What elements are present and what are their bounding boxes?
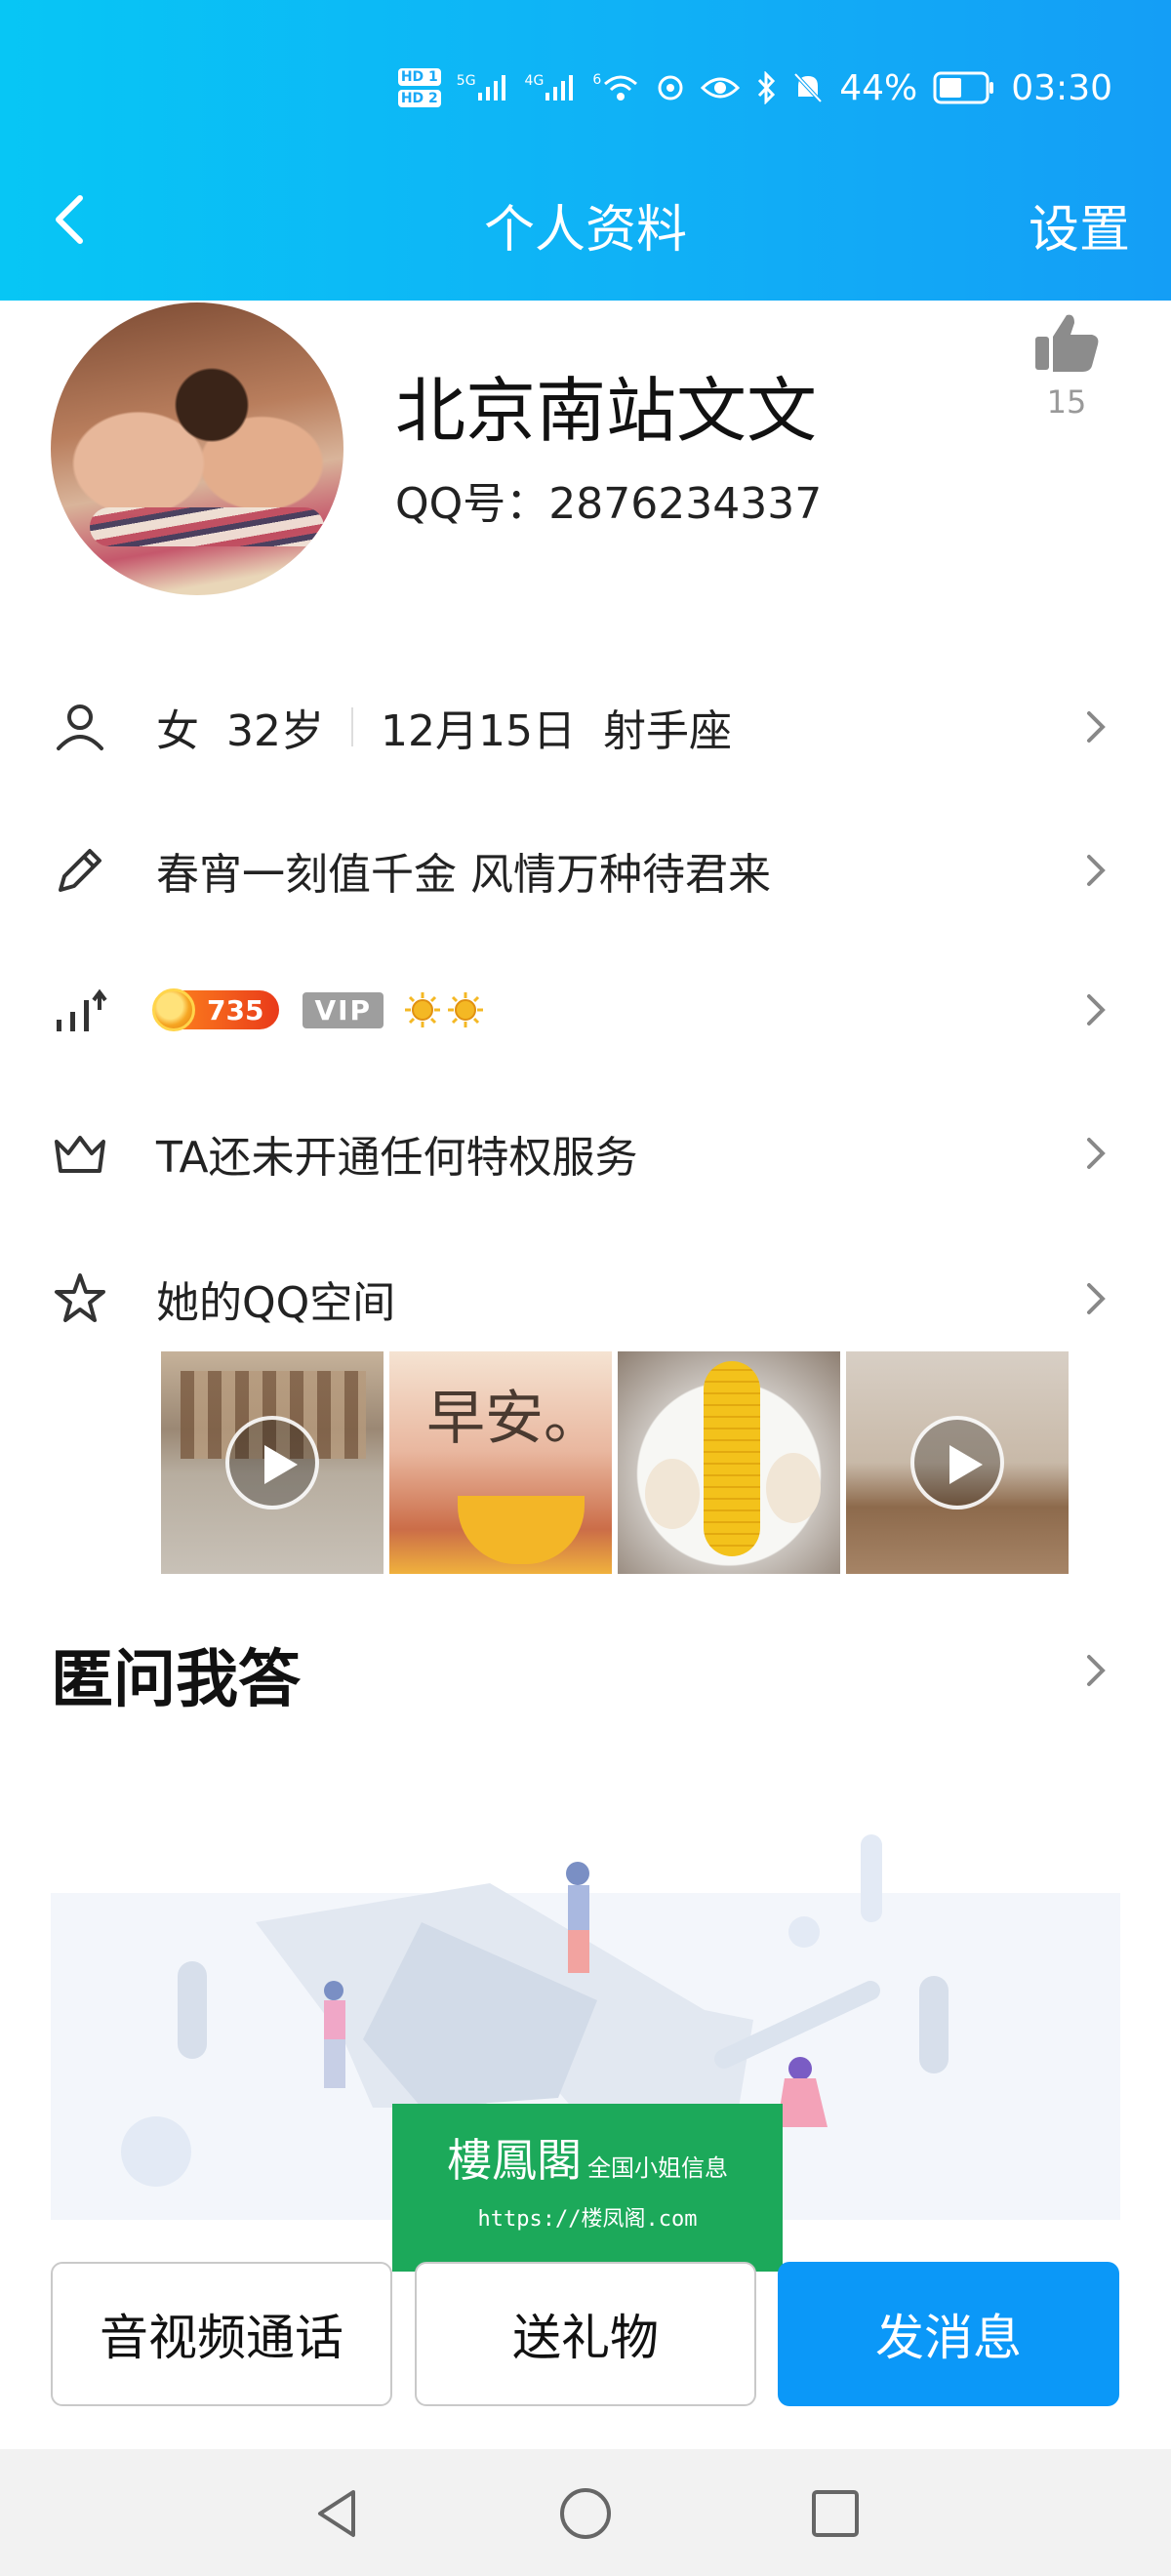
level-row[interactable]: 735 VIP: [0, 956, 1171, 1064]
wifi-version-label: 6: [592, 72, 602, 88]
mute-bell-icon: [792, 71, 824, 104]
qzone-row[interactable]: 她的QQ空间: [0, 1245, 1171, 1352]
qzone-photo-2[interactable]: 早安。: [389, 1351, 612, 1574]
age: 32岁: [226, 706, 324, 756]
crown-icon: [55, 1136, 105, 1173]
photo-caption: 早安。: [426, 1385, 602, 1453]
av-call-button[interactable]: 音视频通话: [51, 2262, 392, 2406]
basic-info-row[interactable]: 女 32岁 12月15日 射手座: [0, 673, 1171, 781]
privilege-text: TA还未开通任何特权服务: [156, 1133, 638, 1183]
person-icon: [57, 704, 103, 750]
nickname: 北京南站文文: [395, 370, 818, 452]
hd1-badge: HD 1: [397, 68, 441, 86]
level-suns: [403, 990, 485, 1029]
qa-section-title: 匿问我答: [51, 1644, 301, 1716]
signature-row[interactable]: 春宵一刻值千金 风情万种待君来: [0, 817, 1171, 924]
sun-icon: [405, 992, 441, 1027]
play-icon: [910, 1416, 1004, 1509]
hd2-badge: HD 2: [397, 90, 441, 107]
system-nav-bar: [0, 2449, 1171, 2576]
sun-icon: [448, 992, 484, 1027]
wifi-icon: 6: [592, 72, 640, 103]
status-bar: HD 1 HD 2 5G 4G 6 44% 03:30: [397, 59, 1112, 117]
coin-badge: 735: [152, 988, 280, 1031]
watermark-url: https://楼凤阁.com: [477, 2207, 698, 2232]
gender: 女: [156, 706, 199, 756]
signal-4g-icon: 4G: [525, 73, 578, 102]
coin-icon: [152, 988, 195, 1031]
watermark-tagline: 全国小姐信息: [587, 2154, 728, 2182]
chevron-right-icon: [1087, 994, 1106, 1026]
qzone-photo-4[interactable]: [846, 1351, 1069, 1574]
hotspot-icon: [656, 73, 685, 102]
egg-shape: [645, 1459, 700, 1529]
level-chart-icon: [57, 988, 107, 1031]
nav-bar: 个人资料 设置: [0, 171, 1171, 268]
thumbs-up-icon: [1035, 314, 1099, 372]
back-triangle-icon[interactable]: [308, 2484, 367, 2543]
qzone-label: 她的QQ空间: [156, 1278, 396, 1328]
network-5g-label: 5G: [456, 73, 476, 89]
hd-indicators: HD 1 HD 2: [397, 68, 441, 107]
privilege-row[interactable]: TA还未开通任何特权服务: [0, 1100, 1171, 1207]
vip-badge: VIP: [303, 991, 384, 1028]
pencil-icon: [59, 849, 101, 892]
chevron-right-icon: [1087, 855, 1106, 886]
avatar-photo-detail: [90, 507, 324, 546]
page-title: 个人资料: [483, 201, 687, 260]
zodiac: 射手座: [602, 706, 732, 756]
like-button[interactable]: 15: [1025, 307, 1109, 421]
like-count: 15: [1046, 383, 1087, 421]
birthday: 12月15日: [381, 706, 576, 756]
recents-square-icon[interactable]: [806, 2484, 865, 2543]
settings-button[interactable]: 设置: [1029, 188, 1130, 262]
eye-icon: [701, 74, 741, 101]
home-circle-icon[interactable]: [556, 2484, 615, 2543]
chevron-right-icon[interactable]: [1083, 1651, 1109, 1690]
play-icon: [225, 1416, 319, 1509]
egg-shape: [766, 1453, 821, 1523]
qzone-photo-3[interactable]: [618, 1351, 840, 1574]
chevron-right-icon: [1087, 1138, 1106, 1169]
chevron-right-icon: [1087, 711, 1106, 743]
header-bar: HD 1 HD 2 5G 4G 6 44% 03:30 个人资料 设置: [0, 0, 1171, 301]
send-message-button[interactable]: 发消息: [778, 2262, 1119, 2406]
chevron-right-icon: [1087, 1283, 1106, 1314]
signature-text: 春宵一刻值千金 风情万种待君来: [156, 850, 771, 900]
star-icon: [55, 1273, 105, 1322]
network-4g-label: 4G: [524, 73, 545, 89]
coin-count: 735: [207, 993, 264, 1026]
battery-percent: 44%: [839, 67, 918, 108]
coffee-cup: [458, 1496, 585, 1564]
watermark-brand: 樓鳳閣: [447, 2134, 582, 2187]
watermark-banner: 樓鳳閣 全国小姐信息 https://楼凤阁.com: [392, 2104, 783, 2272]
signal-5g-icon: 5G: [457, 73, 509, 102]
corn-shape: [704, 1361, 760, 1556]
info-divider: [351, 707, 353, 746]
send-gift-button[interactable]: 送礼物: [415, 2262, 756, 2406]
qzone-photos: 早安。: [161, 1351, 1069, 1574]
qq-number: QQ号：2876234337: [395, 479, 823, 529]
avatar[interactable]: [51, 302, 343, 595]
clock: 03:30: [1011, 67, 1112, 108]
qzone-photo-1[interactable]: [161, 1351, 384, 1574]
bluetooth-icon: [755, 71, 777, 104]
battery-icon: [933, 71, 995, 104]
